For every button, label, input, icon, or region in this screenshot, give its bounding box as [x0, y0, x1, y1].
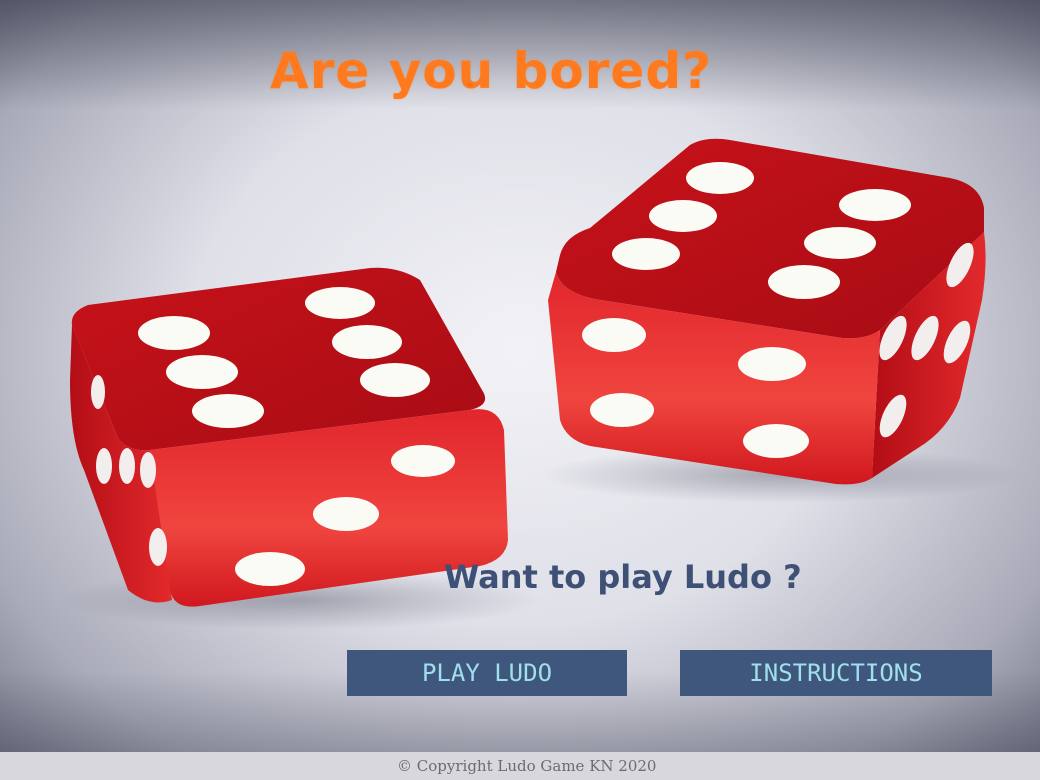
copyright-text: © Copyright Ludo Game KN 2020 [397, 757, 657, 775]
instructions-button[interactable]: INSTRUCTIONS [680, 650, 992, 696]
play-ludo-button[interactable]: PLAY LUDO [347, 650, 627, 696]
right-die [548, 138, 986, 485]
left-die [70, 267, 508, 607]
play-prompt: Want to play Ludo ? [444, 558, 802, 596]
